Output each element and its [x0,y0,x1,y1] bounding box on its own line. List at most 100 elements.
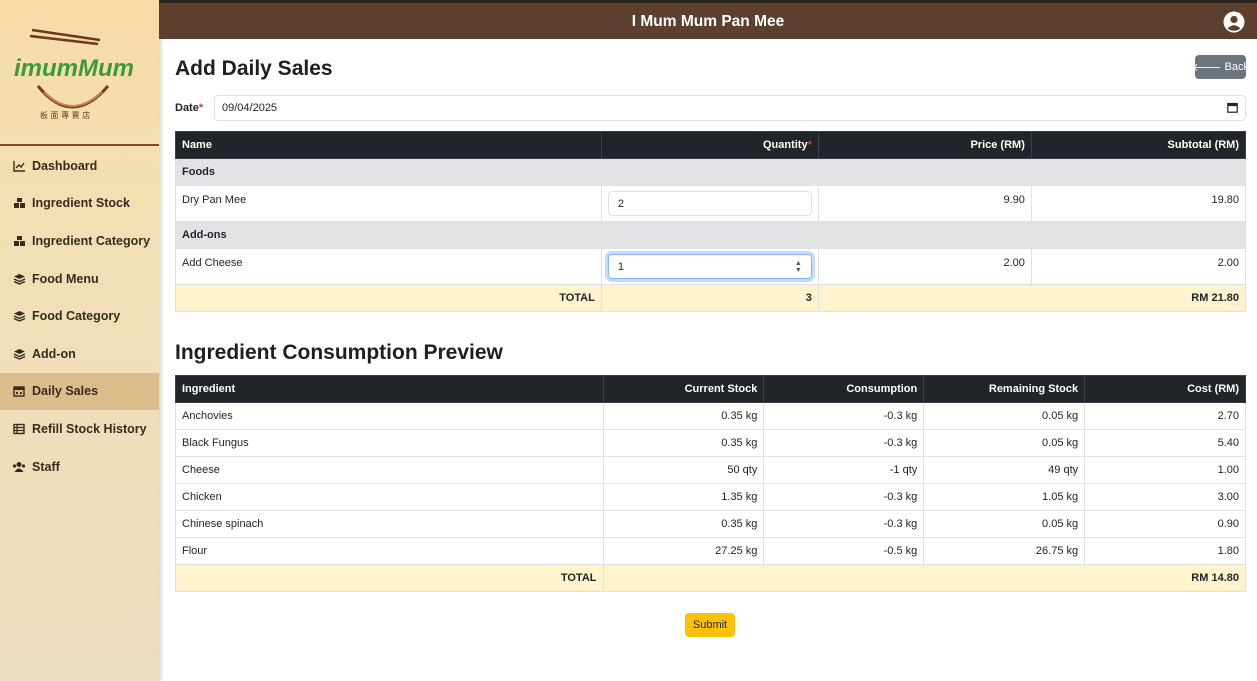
back-button-label: Back [1224,61,1249,73]
remaining-stock: 49 qty [923,456,1086,484]
group-row-foods: Foods [175,158,1246,186]
cost: 0.90 [1084,510,1246,538]
sidebar-item-ingredient-category[interactable]: Ingredient Category [0,222,159,260]
ingredient-name: Chicken [175,483,604,511]
consumption-total-row: TOTAL RM 14.80 [175,564,1247,592]
ingredient-name: Anchovies [175,402,604,430]
quantity-input[interactable]: 2 [607,191,812,216]
brand-logo[interactable]: imum Mum 板 面 專 賣 店 [0,0,159,146]
remaining-stock: 0.05 kg [923,402,1086,430]
col-price-header: Price (RM) [817,131,1032,159]
sidebar-item-food-category[interactable]: Food Category [0,297,159,335]
cost: 3.00 [1084,483,1246,511]
table-icon [12,422,26,436]
spinner-arrows-icon[interactable]: ▲ ▼ [795,260,802,274]
layers-icon [12,309,26,323]
table-row: Cheese 50 qty -1 qty 49 qty 1.00 [175,456,1246,484]
sales-total-row: TOTAL 3 RM 21.80 [175,284,1247,312]
cost: 2.70 [1084,402,1246,430]
total-cost: RM 14.80 [602,564,1247,592]
table-row: Black Fungus 0.35 kg -0.3 kg 0.05 kg 5.4… [175,429,1246,457]
sidebar-item-label: Ingredient Stock [32,196,130,211]
total-amount: RM 21.80 [817,284,1247,312]
col-ingredient-header: Ingredient [175,375,604,403]
current-stock: 1.35 kg [602,483,765,511]
remaining-stock: 1.05 kg [923,483,1086,511]
calendar-picker-icon[interactable] [1227,102,1238,113]
current-stock: 50 qty [602,456,765,484]
remaining-stock: 26.75 kg [923,537,1086,565]
item-subtotal: 2.00 [1030,248,1247,285]
total-label: TOTAL [175,564,604,592]
table-row: Add Cheese 1 ▲ ▼ 2.00 2.00 [175,248,1247,285]
quantity-cell: 1 ▲ ▼ [600,248,819,285]
quantity-value: 2 [617,197,624,210]
total-label: TOTAL [175,284,602,312]
group-label: Add-ons [175,221,1246,249]
sales-table: Name Quantity* Price (RM) Subtotal (RM) … [175,131,1247,312]
calendar-icon [12,384,26,398]
consumption-amount: -0.3 kg [763,483,925,511]
svg-text:imum: imum [14,55,78,82]
quantity-cell: 2 [600,185,819,222]
app-title: I Mum Mum Pan Mee [631,13,785,30]
current-stock: 0.35 kg [602,429,765,457]
col-subtotal-header: Subtotal (RM) [1030,131,1247,159]
sidebar-nav: Dashboard Ingredient Stock Ingredient Ca… [0,147,159,485]
remaining-stock: 0.05 kg [923,510,1086,538]
sidebar-item-daily-sales[interactable]: Daily Sales [0,372,159,411]
consumption-title: Ingredient Consumption Preview [175,341,503,364]
table-row: Dry Pan Mee 2 9.90 19.80 [175,185,1247,222]
item-name: Dry Pan Mee [175,185,602,222]
item-name: Add Cheese [175,248,602,285]
current-stock: 0.35 kg [602,510,765,538]
table-row: Flour 27.25 kg -0.5 kg 26.75 kg 1.80 [175,537,1246,565]
consumption-amount: -0.3 kg [763,510,925,538]
date-input[interactable]: 09/04/2025 [214,95,1246,121]
date-label-text: Date [175,102,199,114]
date-value: 09/04/2025 [222,102,278,114]
col-cost-header: Cost (RM) [1084,375,1246,403]
quantity-input[interactable]: 1 ▲ ▼ [607,254,812,279]
layers-icon [12,347,26,361]
sidebar-item-label: Food Menu [32,271,99,286]
sidebar-item-refill-stock-history[interactable]: Refill Stock History [0,410,159,448]
col-quantity-header: Quantity* [600,131,819,159]
sidebar-item-label: Dashboard [32,158,98,173]
sidebar-item-food-menu[interactable]: Food Menu [0,260,159,298]
noodle-bowl-logo-icon: imum Mum 板 面 專 賣 店 [14,28,134,120]
table-row: Chicken 1.35 kg -0.3 kg 1.05 kg 3.00 [175,483,1246,511]
sidebar-item-add-on[interactable]: Add-on [0,335,159,373]
sidebar-item-staff[interactable]: Staff [0,448,159,486]
table-row: Anchovies 0.35 kg -0.3 kg 0.05 kg 2.70 [175,402,1246,430]
consumption-amount: -0.5 kg [763,537,925,565]
submit-button[interactable]: Submit [685,613,735,637]
ingredient-name: Cheese [175,456,604,484]
group-row-add-ons: Add-ons [175,221,1246,249]
current-stock: 27.25 kg [602,537,765,565]
sidebar-item-dashboard[interactable]: Dashboard [0,147,159,185]
sidebar-item-label: Refill Stock History [32,421,147,436]
col-remaining-stock-header: Remaining Stock [923,375,1086,403]
logo-subtitle: 板 面 專 賣 店 [40,110,90,120]
col-name-header: Name [175,131,602,159]
item-price: 2.00 [817,248,1032,285]
arrow-left-icon: 🡐 [1192,62,1222,74]
sidebar-item-ingredient-stock[interactable]: Ingredient Stock [0,185,159,223]
sidebar-item-label: Add-on [32,346,76,361]
consumption-table: Ingredient Current Stock Consumption Rem… [175,375,1247,592]
user-account-icon[interactable] [1223,11,1245,33]
consumption-amount: -0.3 kg [763,402,925,430]
date-label: Date* [175,102,203,114]
back-button[interactable]: 🡐 Back [1192,55,1249,79]
sidebar-item-label: Staff [32,459,60,474]
item-price: 9.90 [817,185,1032,222]
sidebar-item-label: Ingredient Category [32,233,151,248]
sidebar-item-label: Food Category [32,309,121,324]
boxes-icon [12,234,26,248]
table-row: Chinese spinach 0.35 kg -0.3 kg 0.05 kg … [175,510,1246,538]
col-consumption-header: Consumption [763,375,925,403]
remaining-stock: 0.05 kg [923,429,1086,457]
required-mark: * [807,139,812,151]
sidebar: imum Mum 板 面 專 賣 店 Dashboard Ingredient … [0,0,159,681]
